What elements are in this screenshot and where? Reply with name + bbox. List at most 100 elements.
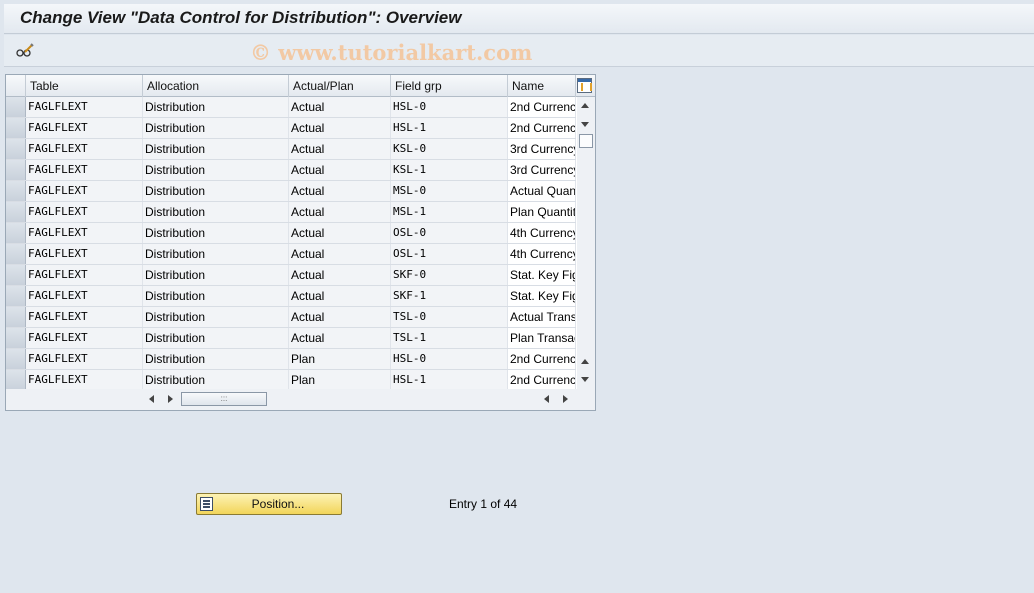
table-row[interactable]: FAGLFLEXT Distribution Actual HSL-1 2nd Curr… (6, 118, 576, 139)
row-selector[interactable] (6, 118, 26, 138)
table-row[interactable]: FAGLFLEXT Distribution Actual SKF-0 Stat. Ke… (6, 265, 576, 286)
table-row[interactable]: FAGLFLEXT Distribution Actual KSL-0 3rd Curr… (6, 139, 576, 160)
cell-field-grp[interactable]: MSL-1 (391, 202, 508, 222)
table-settings-icon[interactable] (577, 78, 592, 93)
cell-allocation[interactable]: Distribution (143, 97, 289, 117)
cell-name[interactable]: 2nd Currency (508, 370, 576, 390)
table-row[interactable]: FAGLFLEXT Distribution Plan HSL-1 2nd Curren… (6, 370, 576, 391)
table-row[interactable]: FAGLFLEXT Distribution Actual KSL-1 3rd Curr… (6, 160, 576, 181)
cell-table[interactable]: FAGLFLEXT (26, 349, 143, 369)
table-row[interactable]: FAGLFLEXT Distribution Actual HSL-0 2nd Curr… (6, 97, 576, 118)
cell-actual-plan[interactable]: Actual (289, 139, 391, 159)
cell-allocation[interactable]: Distribution (143, 223, 289, 243)
cell-table[interactable]: FAGLFLEXT (26, 370, 143, 390)
horizontal-scroll-thumb[interactable]: ::: (181, 392, 267, 406)
cell-field-grp[interactable]: HSL-0 (391, 349, 508, 369)
cell-table[interactable]: FAGLFLEXT (26, 328, 143, 348)
row-selector[interactable] (6, 97, 26, 117)
row-selector[interactable] (6, 244, 26, 264)
row-selector[interactable] (6, 181, 26, 201)
vertical-scrollbar[interactable] (577, 97, 595, 389)
cell-allocation[interactable]: Distribution (143, 181, 289, 201)
cell-name[interactable]: 4th Currency (508, 223, 576, 243)
scroll-up-icon[interactable] (581, 103, 589, 108)
cell-actual-plan[interactable]: Plan (289, 349, 391, 369)
cell-actual-plan[interactable]: Actual (289, 97, 391, 117)
row-selector[interactable] (6, 160, 26, 180)
cell-allocation[interactable]: Distribution (143, 160, 289, 180)
page-up-icon[interactable] (581, 359, 589, 364)
cell-allocation[interactable]: Distribution (143, 139, 289, 159)
row-selector[interactable] (6, 307, 26, 327)
cell-field-grp[interactable]: OSL-0 (391, 223, 508, 243)
row-selector[interactable] (6, 370, 26, 390)
vertical-scroll-thumb[interactable] (579, 134, 593, 148)
cell-name[interactable]: 3rd Currency (508, 160, 576, 180)
cell-field-grp[interactable]: TSL-1 (391, 328, 508, 348)
horizontal-scrollbar[interactable]: ::: (6, 389, 595, 410)
cell-table[interactable]: FAGLFLEXT (26, 181, 143, 201)
cell-field-grp[interactable]: KSL-1 (391, 160, 508, 180)
cell-allocation[interactable]: Distribution (143, 370, 289, 390)
table-row[interactable]: FAGLFLEXT Distribution Actual SKF-1 Stat. Ke… (6, 286, 576, 307)
cell-field-grp[interactable]: TSL-0 (391, 307, 508, 327)
row-selector[interactable] (6, 328, 26, 348)
row-selector[interactable] (6, 349, 26, 369)
cell-field-grp[interactable]: HSL-1 (391, 118, 508, 138)
cell-actual-plan[interactable]: Actual (289, 202, 391, 222)
row-selector[interactable] (6, 286, 26, 306)
cell-name[interactable]: Plan Quantit (508, 202, 576, 222)
cell-name[interactable]: Actual Trans (508, 307, 576, 327)
table-row[interactable]: FAGLFLEXT Distribution Actual MSL-0 Actual Q… (6, 181, 576, 202)
cell-name[interactable]: Plan Transac (508, 328, 576, 348)
cell-table[interactable]: FAGLFLEXT (26, 97, 143, 117)
cell-table[interactable]: FAGLFLEXT (26, 286, 143, 306)
table-row[interactable]: FAGLFLEXT Distribution Actual TSL-0 Actual T… (6, 307, 576, 328)
table-row[interactable]: FAGLFLEXT Distribution Actual OSL-0 4th Curr… (6, 223, 576, 244)
column-header-name[interactable]: Name (508, 75, 576, 97)
cell-actual-plan[interactable]: Actual (289, 223, 391, 243)
row-selector[interactable] (6, 202, 26, 222)
table-row[interactable]: FAGLFLEXT Distribution Actual MSL-1 Plan Qua… (6, 202, 576, 223)
scroll-down-icon[interactable] (581, 122, 589, 127)
column-header-allocation[interactable]: Allocation (143, 75, 289, 97)
cell-allocation[interactable]: Distribution (143, 118, 289, 138)
cell-table[interactable]: FAGLFLEXT (26, 160, 143, 180)
cell-allocation[interactable]: Distribution (143, 307, 289, 327)
page-right-icon[interactable] (563, 395, 568, 403)
cell-field-grp[interactable]: KSL-0 (391, 139, 508, 159)
cell-name[interactable]: 2nd Currency (508, 349, 576, 369)
cell-name[interactable]: 2nd Currency (508, 118, 576, 138)
column-header-table[interactable]: Table (26, 75, 143, 97)
cell-table[interactable]: FAGLFLEXT (26, 223, 143, 243)
cell-actual-plan[interactable]: Actual (289, 265, 391, 285)
cell-name[interactable]: Stat. Key Fig (508, 286, 576, 306)
row-selector[interactable] (6, 223, 26, 243)
table-row[interactable]: FAGLFLEXT Distribution Plan HSL-0 2nd Curren… (6, 349, 576, 370)
scroll-left-icon[interactable] (149, 395, 154, 403)
cell-table[interactable]: FAGLFLEXT (26, 265, 143, 285)
cell-name[interactable]: 3rd Currency (508, 139, 576, 159)
cell-allocation[interactable]: Distribution (143, 328, 289, 348)
cell-name[interactable]: 2nd Currency (508, 97, 576, 117)
cell-allocation[interactable]: Distribution (143, 202, 289, 222)
cell-name[interactable]: Stat. Key Fig (508, 265, 576, 285)
cell-field-grp[interactable]: SKF-0 (391, 265, 508, 285)
cell-field-grp[interactable]: HSL-1 (391, 370, 508, 390)
table-row[interactable]: FAGLFLEXT Distribution Actual TSL-1 Plan Tra… (6, 328, 576, 349)
cell-allocation[interactable]: Distribution (143, 265, 289, 285)
cell-table[interactable]: FAGLFLEXT (26, 244, 143, 264)
page-down-icon[interactable] (581, 377, 589, 382)
row-selector[interactable] (6, 139, 26, 159)
scroll-right-icon[interactable] (168, 395, 173, 403)
page-left-icon[interactable] (544, 395, 549, 403)
cell-actual-plan[interactable]: Actual (289, 286, 391, 306)
cell-actual-plan[interactable]: Actual (289, 244, 391, 264)
cell-allocation[interactable]: Distribution (143, 286, 289, 306)
cell-field-grp[interactable]: MSL-0 (391, 181, 508, 201)
cell-actual-plan[interactable]: Actual (289, 181, 391, 201)
cell-field-grp[interactable]: OSL-1 (391, 244, 508, 264)
cell-allocation[interactable]: Distribution (143, 244, 289, 264)
cell-actual-plan[interactable]: Actual (289, 307, 391, 327)
cell-actual-plan[interactable]: Actual (289, 118, 391, 138)
